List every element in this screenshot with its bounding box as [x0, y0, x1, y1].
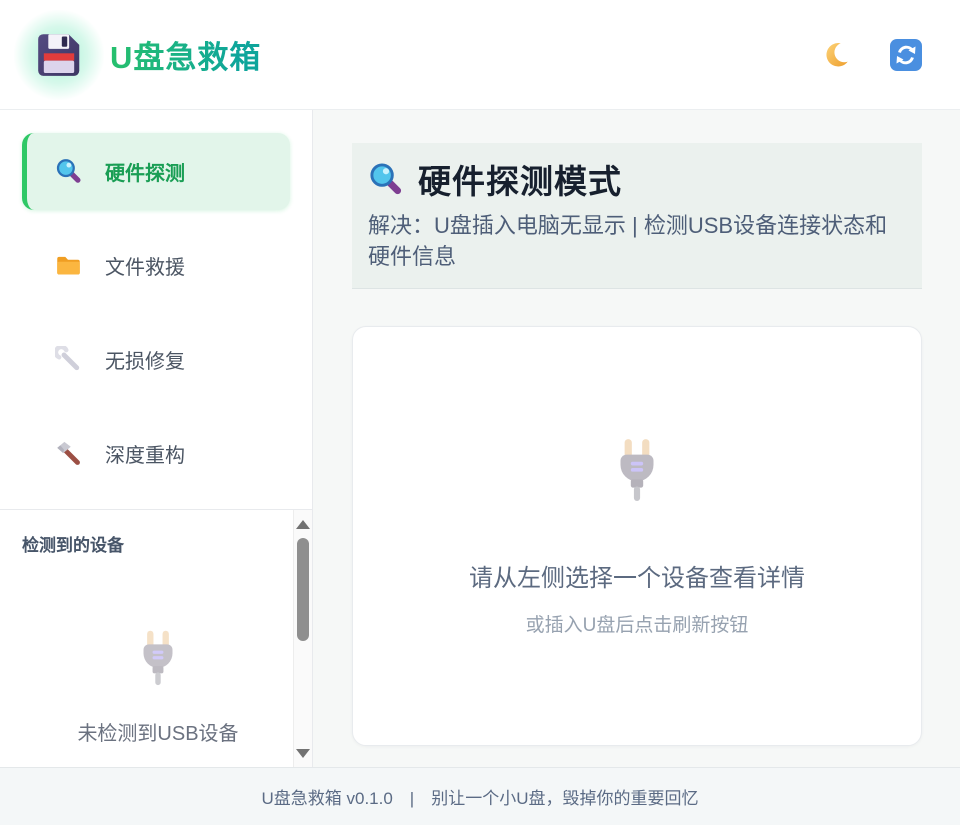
refresh-icon	[889, 38, 923, 72]
scrollbar-up-arrow[interactable]	[294, 514, 312, 534]
device-panel-heading: 检测到的设备	[22, 531, 290, 556]
app-logo	[32, 28, 86, 82]
sidebar-item-lossless-repair[interactable]: 无损修复	[22, 321, 290, 398]
folder-icon	[55, 252, 82, 279]
sidebar-item-label: 深度重构	[105, 439, 185, 468]
sidebar-item-label: 硬件探测	[105, 157, 185, 186]
device-detail-placeholder-card: 请从左侧选择一个设备查看详情 或插入U盘后点击刷新按钮	[352, 326, 922, 746]
device-panel: 检测到的设备 未检测到USB设备	[0, 509, 312, 767]
app-footer: U盘急救箱 v0.1.0 | 别让一个小U盘，毁掉你的重要回忆	[0, 767, 960, 825]
mode-banner: 硬件探测模式 解决：U盘插入电脑无显示 | 检测USB设备连接状态和硬件信息	[352, 143, 922, 289]
moon-icon	[821, 40, 851, 70]
device-empty-text: 未检测到USB设备	[22, 717, 294, 746]
sidebar-item-deep-rebuild[interactable]: 深度重构	[22, 415, 290, 492]
hammer-icon	[55, 440, 82, 467]
magnifier-icon	[368, 162, 403, 197]
placeholder-plug	[604, 436, 670, 502]
scrollbar-down-arrow[interactable]	[294, 743, 312, 763]
app-title: U盘急救箱	[110, 32, 261, 77]
scrollbar-thumb[interactable]	[297, 538, 309, 641]
footer-text: U盘急救箱 v0.1.0 | 别让一个小U盘，毁掉你的重要回忆	[261, 784, 698, 809]
sidebar: 硬件探测 文件救援 无损修复 深度重构 检测到的设备	[0, 110, 313, 767]
sidebar-item-file-rescue[interactable]: 文件救援	[22, 227, 290, 304]
device-empty-state: 未检测到USB设备	[22, 628, 294, 746]
sidebar-item-label: 无损修复	[105, 345, 185, 374]
refresh-button[interactable]	[884, 33, 928, 77]
sidebar-nav: 硬件探测 文件救援 无损修复 深度重构	[0, 110, 312, 509]
placeholder-line1: 请从左侧选择一个设备查看详情	[469, 558, 805, 593]
magnifier-icon	[55, 158, 82, 185]
plug-icon	[604, 436, 670, 502]
plug-icon	[129, 628, 187, 686]
page-subtitle: 解决：U盘插入电脑无显示 | 检测USB设备连接状态和硬件信息	[368, 210, 906, 272]
device-list-scrollbar[interactable]	[293, 510, 312, 767]
sidebar-item-label: 文件救援	[105, 251, 185, 280]
main-content: 硬件探测模式 解决：U盘插入电脑无显示 | 检测USB设备连接状态和硬件信息 请…	[314, 110, 960, 767]
wrench-icon	[55, 346, 82, 373]
theme-toggle-button[interactable]	[814, 33, 858, 77]
app-header: U盘急救箱	[0, 0, 960, 110]
floppy-disk-icon	[32, 28, 86, 82]
page-title: 硬件探测模式	[418, 155, 622, 203]
placeholder-line2: 或插入U盘后点击刷新按钮	[526, 610, 749, 637]
sidebar-item-hardware-detect[interactable]: 硬件探测	[22, 133, 290, 210]
